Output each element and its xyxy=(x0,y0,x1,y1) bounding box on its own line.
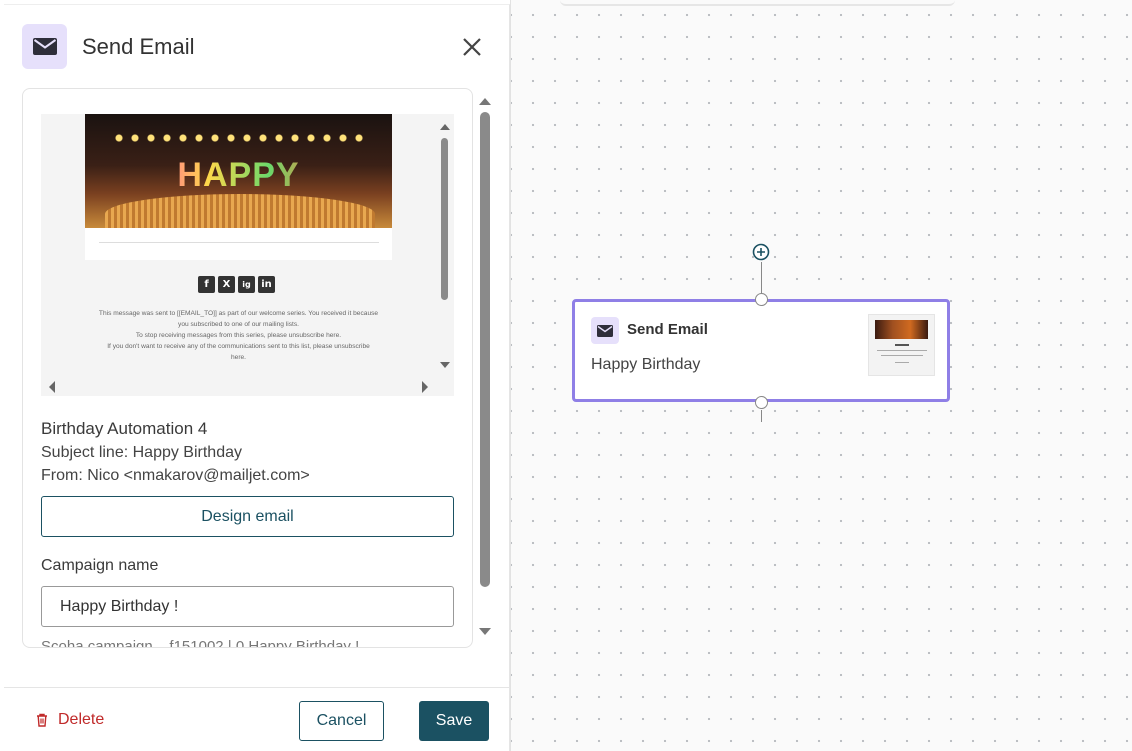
x-icon: X xyxy=(218,276,235,293)
subject-line: Subject line: Happy Birthday xyxy=(41,444,242,461)
linkedin-icon: in xyxy=(258,276,275,293)
campaign-hint-text: Scoha campaign... f151002 | 0 Happy Birt… xyxy=(41,638,360,648)
node-input-port[interactable] xyxy=(755,293,768,306)
panel-scrollbar[interactable] xyxy=(476,93,494,641)
email-summary-card: HAPPY BIRTHDAY f X ig in This message wa… xyxy=(22,88,473,648)
delete-button[interactable]: Delete xyxy=(36,711,104,729)
instagram-icon: ig xyxy=(238,276,255,293)
envelope-icon xyxy=(22,24,67,69)
close-icon[interactable] xyxy=(461,36,483,58)
envelope-icon xyxy=(591,317,619,344)
trash-icon xyxy=(37,713,47,727)
from-line: From: Nico <nmakarov@mailjet.com> xyxy=(41,467,310,484)
email-name: Birthday Automation 4 xyxy=(41,419,208,438)
social-links: f X ig in xyxy=(198,276,275,293)
preview-horizontal-scrollbar[interactable] xyxy=(41,378,436,396)
node-email-thumbnail xyxy=(868,314,935,376)
node-title: Send Email xyxy=(627,321,708,338)
birthday-image: HAPPY BIRTHDAY xyxy=(85,114,392,228)
cancel-button[interactable]: Cancel xyxy=(299,701,384,741)
facebook-icon: f xyxy=(198,276,215,293)
node-subtitle: Happy Birthday xyxy=(591,356,701,373)
design-email-button[interactable]: Design email xyxy=(41,496,454,537)
send-email-panel: Send Email HAPPY BIRTHDAY f X ig in This… xyxy=(4,4,510,751)
panel-header: Send Email xyxy=(22,24,195,69)
preview-footer-text: This message was sent to [[EMAIL_TO]] as… xyxy=(98,310,379,361)
node-output-port[interactable] xyxy=(755,396,768,409)
delete-label: Delete xyxy=(58,711,105,728)
add-step-icon[interactable] xyxy=(752,243,770,261)
campaign-name-input[interactable] xyxy=(41,586,454,627)
connector-line xyxy=(761,262,762,296)
preview-vertical-scrollbar[interactable] xyxy=(436,114,454,382)
connector-line xyxy=(761,410,762,422)
send-email-node[interactable]: Send Email Happy Birthday xyxy=(572,299,950,402)
email-preview[interactable]: HAPPY BIRTHDAY f X ig in This message wa… xyxy=(41,114,454,396)
canvas-node-stub xyxy=(560,0,955,6)
campaign-name-label: Campaign name xyxy=(41,557,159,574)
save-button[interactable]: Save xyxy=(419,701,489,741)
panel-title: Send Email xyxy=(82,33,195,59)
